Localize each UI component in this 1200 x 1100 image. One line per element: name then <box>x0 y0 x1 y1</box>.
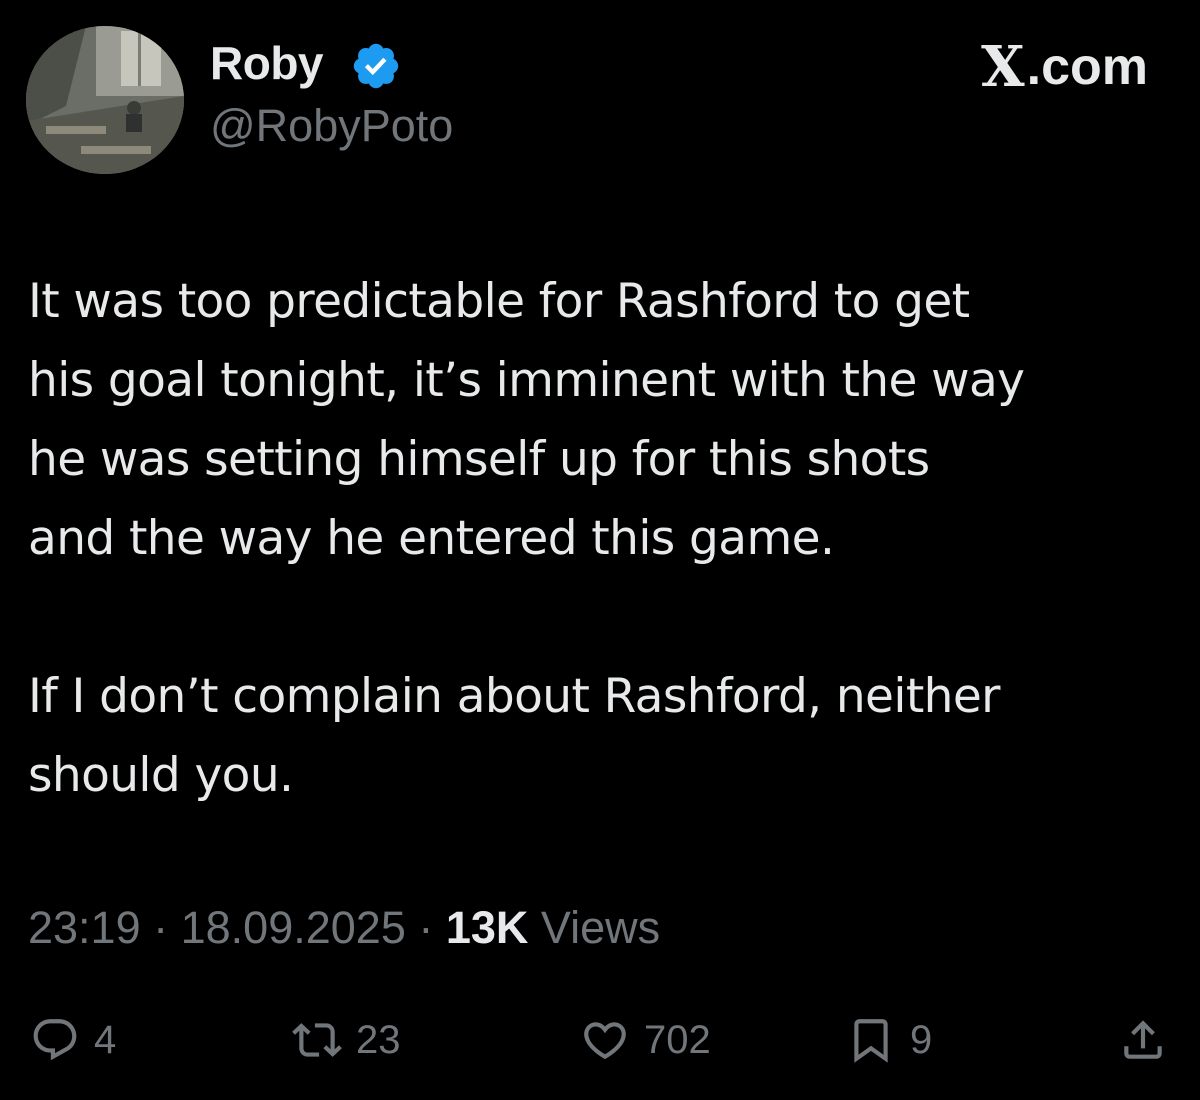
reply-icon <box>33 1019 77 1061</box>
tweet-text: It was too predictable for Rashford to g… <box>28 262 1178 815</box>
tweet-date[interactable]: 18.09.2025 <box>181 902 406 953</box>
share-icon <box>1124 1020 1162 1059</box>
avatar-image <box>26 26 184 174</box>
bookmark-icon <box>854 1019 888 1063</box>
bookmark-count: 9 <box>910 1017 933 1062</box>
meta-separator: · <box>405 902 446 953</box>
bookmark-button[interactable]: 9 <box>846 1010 932 1070</box>
views-count: 13K <box>445 902 529 953</box>
author-handle[interactable]: @RobyPoto <box>210 100 453 152</box>
verified-badge-icon <box>353 43 399 89</box>
share-button[interactable] <box>1118 1010 1168 1070</box>
repost-button[interactable]: 23 <box>292 1010 401 1070</box>
tweet-paragraph: It was too predictable for Rashford to g… <box>28 274 1025 566</box>
repost-icon <box>292 1023 342 1057</box>
action-bar: 4 23 702 9 <box>0 1010 1200 1070</box>
avatar[interactable] <box>26 26 184 174</box>
views-label: Views <box>528 902 661 953</box>
like-count: 702 <box>644 1017 711 1062</box>
meta-separator: · <box>140 902 181 953</box>
tweet-paragraph: If I don’t complain about Rashford, neit… <box>28 669 1000 803</box>
x-com-watermark: X .com <box>981 34 1148 100</box>
x-logo-icon: X <box>981 34 1025 100</box>
author-display-name[interactable]: Roby <box>210 36 324 90</box>
like-button[interactable]: 702 <box>580 1010 711 1070</box>
repost-count: 23 <box>356 1017 401 1062</box>
brand-label: .com <box>1026 38 1148 96</box>
reply-button[interactable]: 4 <box>30 1010 116 1070</box>
tweet-meta: 23:19 · 18.09.2025 · 13K Views <box>28 902 660 954</box>
reply-count: 4 <box>94 1017 117 1062</box>
heart-icon <box>584 1022 626 1060</box>
tweet-time[interactable]: 23:19 <box>28 902 141 953</box>
